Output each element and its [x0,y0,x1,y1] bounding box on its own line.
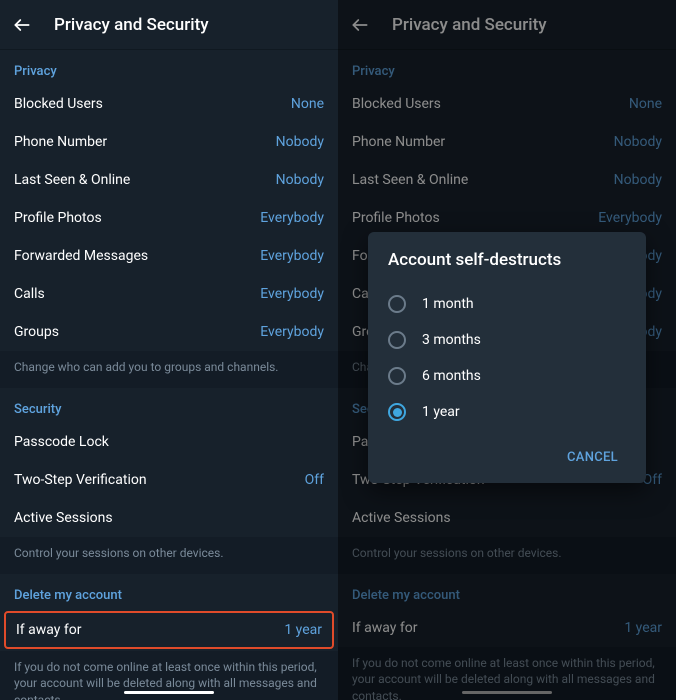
header: Privacy and Security [0,0,338,50]
row-value: Everybody [260,248,324,264]
radio-option-1-month[interactable]: 1 month [388,286,626,322]
radio-option-6-months[interactable]: 6 months [388,358,626,394]
row-phone-number[interactable]: Phone Number Nobody [0,123,338,161]
section-header-security: Security [0,388,338,423]
row-label: Phone Number [352,134,445,150]
section-header-delete: Delete my account [0,574,338,609]
radio-label: 1 month [422,296,474,312]
row-value: Nobody [276,172,324,188]
row-label: Last Seen & Online [14,172,130,188]
row-label: Profile Photos [14,210,102,226]
row-two-step[interactable]: Two-Step Verification Off [0,461,338,499]
row-label: Passcode Lock [14,434,109,450]
radio-label: 1 year [422,404,460,420]
row-value: 1 year [284,622,322,638]
radio-icon [388,331,406,349]
row-blocked-users[interactable]: Blocked Users None [0,85,338,123]
nav-handle-icon[interactable] [462,691,552,694]
page-title: Privacy and Security [54,15,209,35]
row-label: Blocked Users [14,96,103,112]
row-value: Nobody [614,172,662,188]
radio-icon [388,367,406,385]
radio-label: 6 months [422,368,481,384]
cancel-button[interactable]: CANCEL [559,442,626,473]
row-label: If away for [16,622,82,638]
dialog-actions: CANCEL [388,442,626,473]
row-phone-number[interactable]: Phone Number Nobody [338,123,676,161]
section-header-privacy: Privacy [338,50,676,85]
caption-security: Control your sessions on other devices. [338,537,676,574]
row-if-away-for[interactable]: If away for 1 year [338,609,676,647]
nav-handle-icon[interactable] [124,691,214,694]
caption-security: Control your sessions on other devices. [0,537,338,574]
back-arrow-icon[interactable] [12,15,32,35]
row-value: Everybody [260,210,324,226]
radio-option-1-year[interactable]: 1 year [388,394,626,430]
row-active-sessions[interactable]: Active Sessions [0,499,338,537]
screen-right: Privacy and Security Privacy Blocked Use… [338,0,676,700]
row-calls[interactable]: Calls Everybody [0,275,338,313]
row-label: Phone Number [14,134,107,150]
row-last-seen[interactable]: Last Seen & Online Nobody [338,161,676,199]
row-label: Forwarded Messages [14,248,148,264]
row-label: Active Sessions [14,510,113,526]
row-label: Two-Step Verification [14,472,147,488]
row-value: Nobody [614,134,662,150]
row-last-seen[interactable]: Last Seen & Online Nobody [0,161,338,199]
self-destruct-dialog: Account self-destructs 1 month 3 months … [368,232,646,483]
row-passcode[interactable]: Passcode Lock [0,423,338,461]
section-header-delete: Delete my account [338,574,676,609]
row-value: None [629,96,662,112]
section-header-privacy: Privacy [0,50,338,85]
row-label: Blocked Users [352,96,441,112]
radio-option-3-months[interactable]: 3 months [388,322,626,358]
row-value: Everybody [260,286,324,302]
row-profile-photos[interactable]: Profile Photos Everybody [0,199,338,237]
row-label: Calls [14,286,45,302]
row-label: Groups [14,324,59,340]
row-active-sessions[interactable]: Active Sessions [338,499,676,537]
back-arrow-icon[interactable] [350,15,370,35]
row-value: Everybody [598,210,662,226]
screen-left: Privacy and Security Privacy Blocked Use… [0,0,338,700]
caption-privacy: Change who can add you to groups and cha… [0,351,338,388]
header: Privacy and Security [338,0,676,50]
radio-icon [388,295,406,313]
row-blocked-users[interactable]: Blocked Users None [338,85,676,123]
content-left: Privacy and Security Privacy Blocked Use… [0,0,338,700]
row-value: Nobody [276,134,324,150]
radio-label: 3 months [422,332,481,348]
radio-icon-selected [388,403,406,421]
row-label: Last Seen & Online [352,172,468,188]
row-label: Active Sessions [352,510,451,526]
row-value: Off [305,472,324,488]
row-label: If away for [352,620,418,636]
row-forwarded[interactable]: Forwarded Messages Everybody [0,237,338,275]
row-groups[interactable]: Groups Everybody [0,313,338,351]
page-title: Privacy and Security [392,15,547,35]
row-value: Everybody [260,324,324,340]
row-value: None [291,96,324,112]
dialog-title: Account self-destructs [388,250,626,270]
row-value: 1 year [624,620,662,636]
row-if-away-for[interactable]: If away for 1 year [4,611,334,649]
row-label: Profile Photos [352,210,440,226]
